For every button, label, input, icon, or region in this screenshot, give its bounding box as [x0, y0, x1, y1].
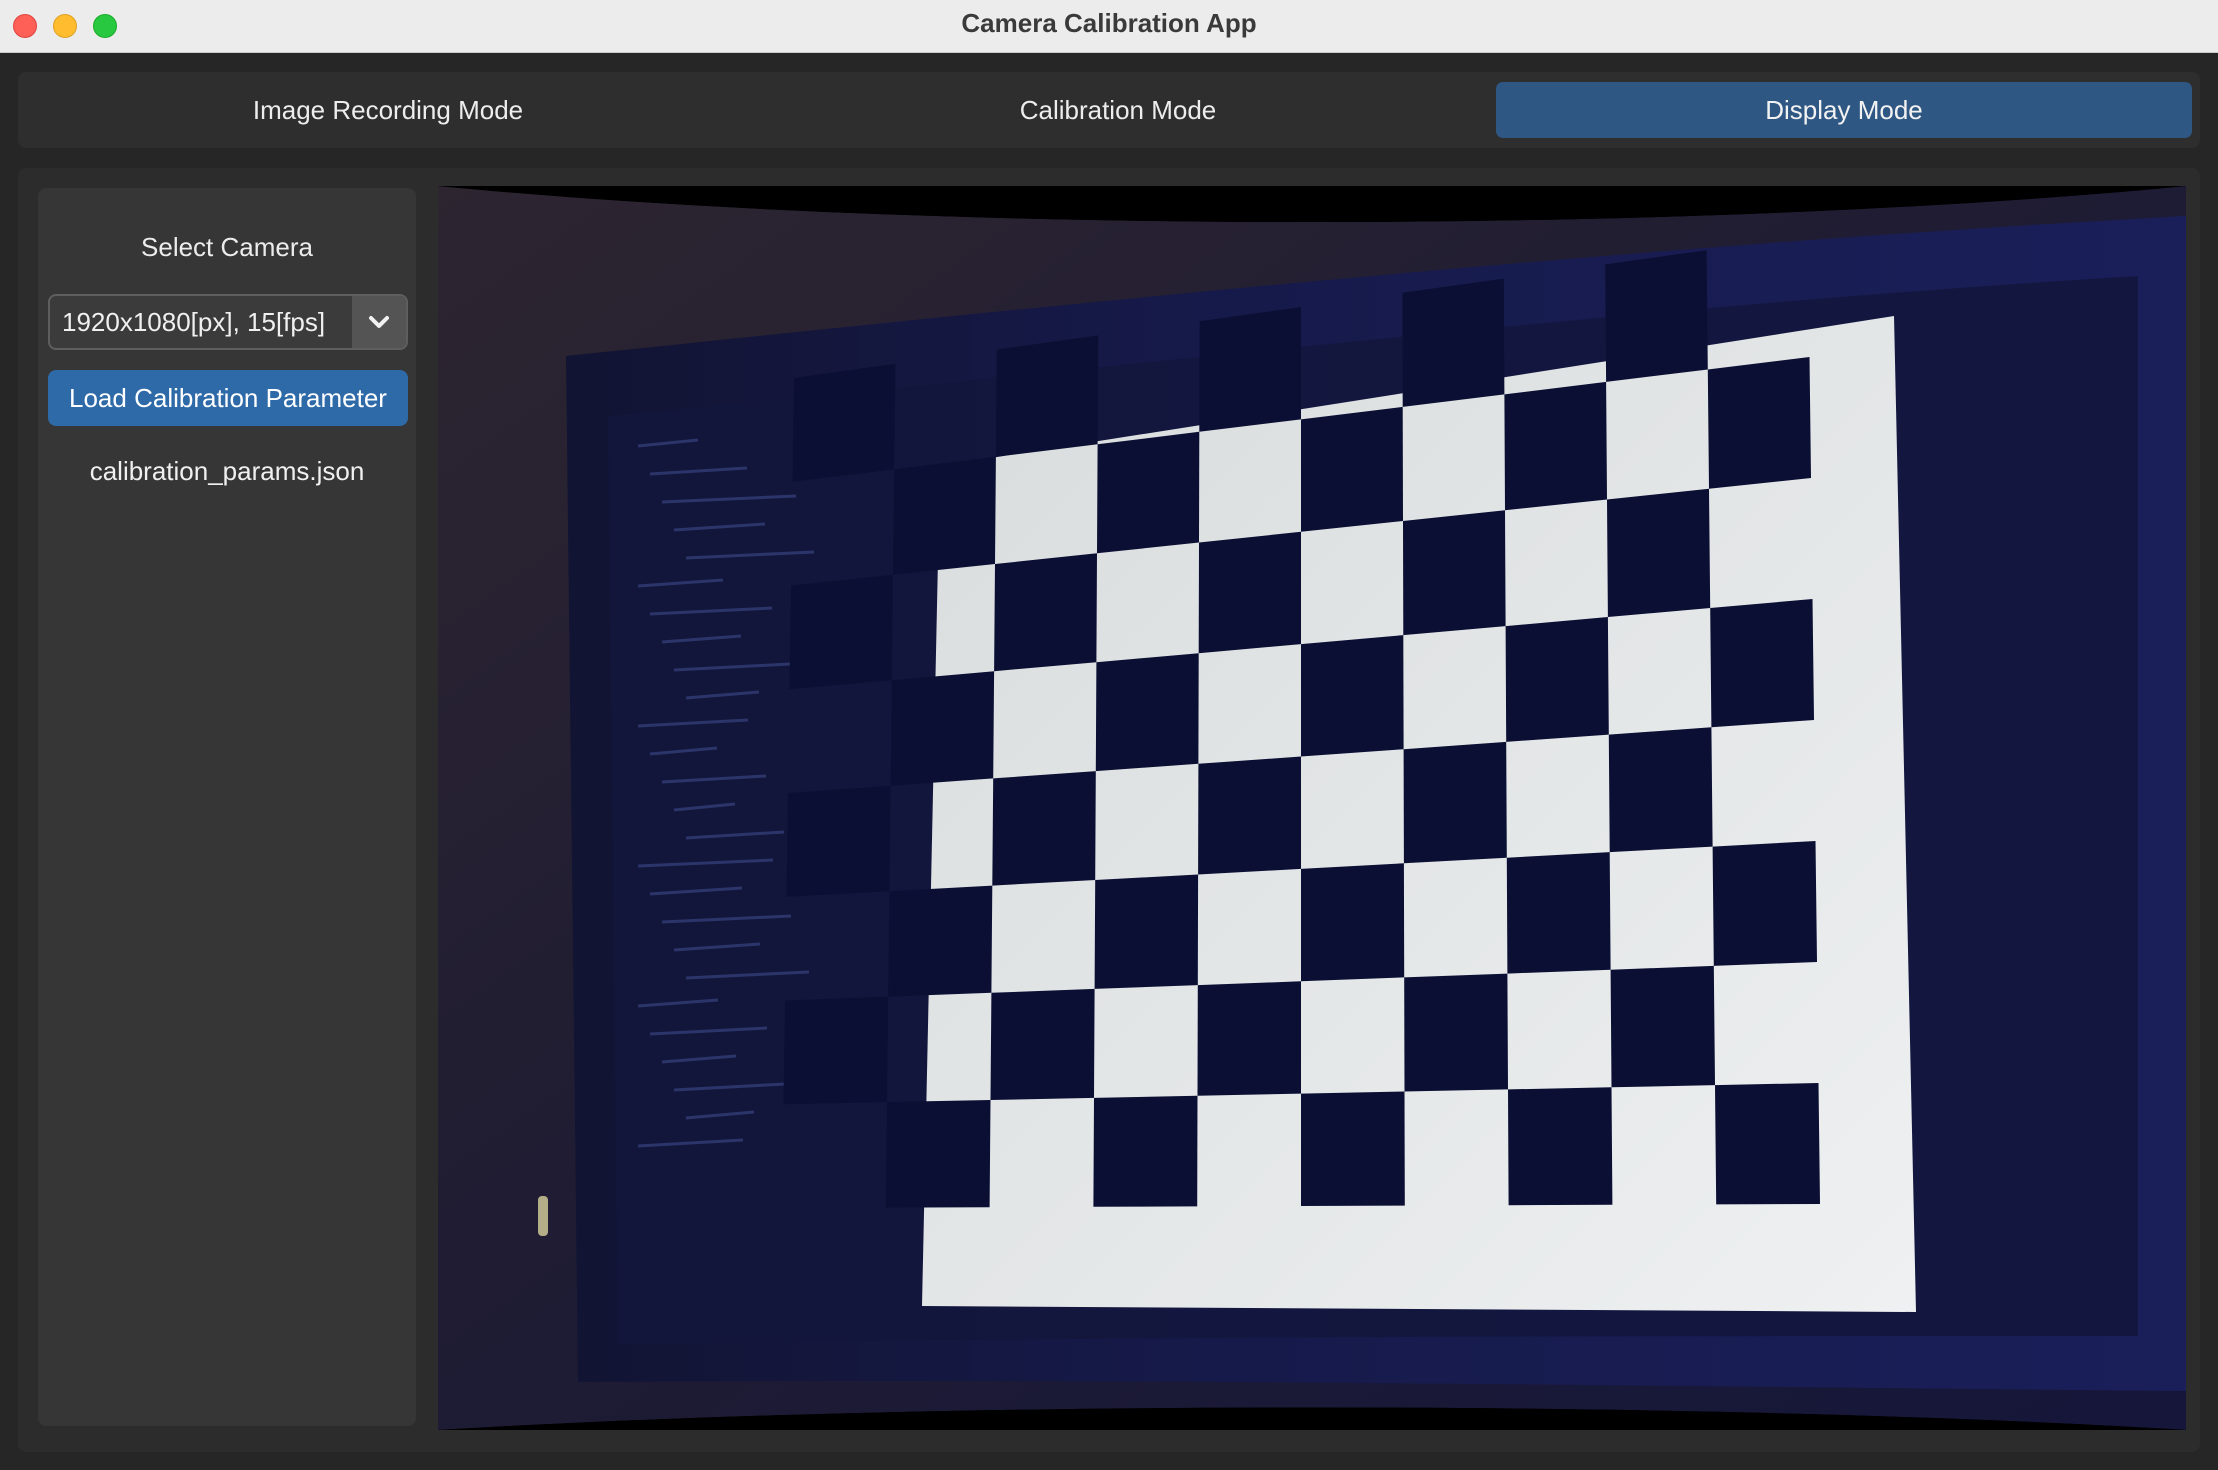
chessboard-square: [1402, 278, 1505, 407]
chessboard-square: [1301, 1091, 1405, 1206]
chessboard-square: [786, 785, 891, 897]
chessboard-square: [1404, 973, 1508, 1092]
chessboard-square: [1508, 1087, 1613, 1206]
chessboard-square: [893, 456, 996, 575]
chessboard-square: [1097, 431, 1200, 554]
chessboard-square: [888, 885, 993, 997]
tab-image-recording-mode[interactable]: Image Recording Mode: [28, 82, 748, 138]
chessboard-square: [1197, 981, 1301, 1096]
chessboard-square: [1605, 250, 1708, 382]
chessboard-square: [1093, 1095, 1198, 1207]
chessboard-square: [1715, 1083, 1820, 1205]
chessboard-square: [1506, 852, 1611, 974]
chessboard-square: [1403, 510, 1506, 636]
chessboard-square: [1198, 756, 1301, 875]
chessboard-square: [1608, 727, 1713, 853]
chessboard-square: [1301, 406, 1403, 532]
tab-calibration-mode[interactable]: Calibration Mode: [758, 82, 1478, 138]
chessboard-square: [995, 335, 1099, 457]
chessboard-square: [994, 553, 1097, 672]
chessboard-square: [1610, 965, 1715, 1088]
chessboard-square: [789, 574, 893, 690]
chessboard-square: [1707, 357, 1811, 489]
chessboard-square: [1607, 488, 1711, 617]
chessboard-square: [990, 988, 1095, 1100]
chessboard-square: [1094, 874, 1199, 989]
loaded-file-name: calibration_params.json: [89, 456, 365, 486]
title-bar: Camera Calibration App: [0, 0, 2218, 53]
chessboard-square: [783, 996, 889, 1105]
chessboard-square: [1403, 741, 1507, 864]
camera-view: [438, 186, 2186, 1430]
chessboard-square: [1199, 307, 1301, 432]
camera-frame-image: [438, 186, 2186, 1430]
camera-select-dropdown[interactable]: 1920x1080[px], 15[fps]: [48, 294, 408, 350]
chessboard-square: [1504, 381, 1607, 511]
chessboard-square: [792, 363, 896, 482]
dropdown-button[interactable]: [352, 296, 406, 348]
camera-select-value[interactable]: 1920x1080[px], 15[fps]: [62, 296, 325, 348]
chessboard-square: [992, 771, 1096, 886]
tab-display-mode[interactable]: Display Mode: [1496, 82, 2192, 138]
window-title: Camera Calibration App: [961, 8, 1257, 38]
chessboard-square: [1505, 617, 1609, 742]
chessboard-square: [1301, 863, 1405, 982]
chessboard-square: [885, 1100, 991, 1208]
load-calibration-parameter-button[interactable]: Load Calibration Parameter: [48, 370, 408, 426]
chessboard-square: [1095, 653, 1199, 772]
mode-tab-bar: Image Recording Mode Calibration Mode Di…: [18, 72, 2200, 148]
chessboard-square: [890, 671, 995, 786]
chessboard-square: [1301, 635, 1404, 757]
chessboard-square: [1710, 599, 1814, 728]
chessboard-square: [1198, 531, 1301, 654]
chessboard-square: [1712, 841, 1817, 966]
sidebar: Select Camera 1920x1080[px], 15[fps] Loa…: [38, 188, 416, 1426]
chevron-down-icon: [369, 316, 389, 328]
select-camera-label: Select Camera: [141, 232, 313, 262]
display-mode-panel: Select Camera 1920x1080[px], 15[fps] Loa…: [18, 168, 2200, 1452]
